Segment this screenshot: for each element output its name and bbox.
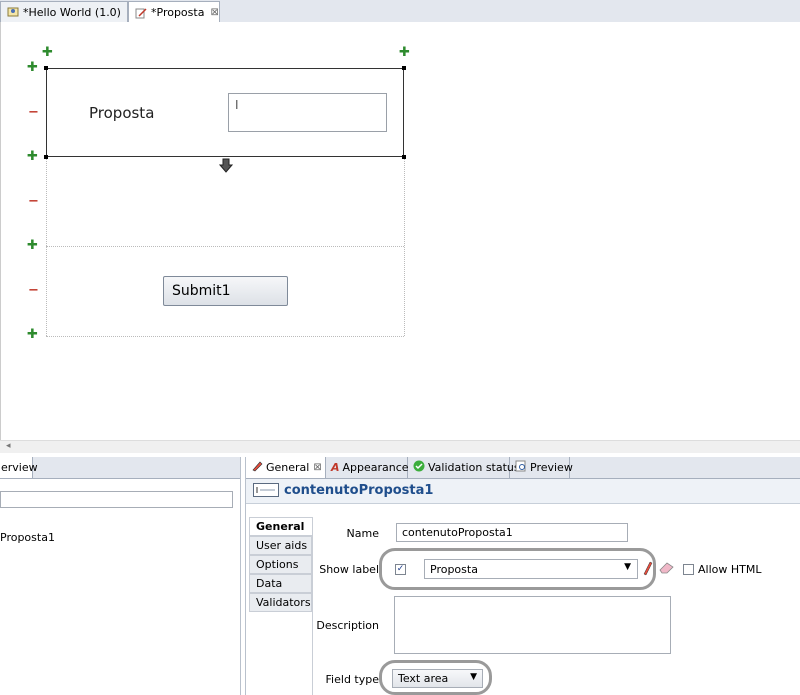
tab-label: Appearance: [342, 461, 409, 474]
close-icon[interactable]: ⊠: [313, 462, 321, 473]
field-type-label: Field type: [325, 673, 379, 686]
eraser-icon[interactable]: [659, 561, 675, 578]
name-input[interactable]: contenutoProposta1: [396, 523, 628, 542]
tab-label: Preview: [530, 461, 573, 474]
edit-icon[interactable]: [641, 560, 653, 579]
add-row-icon[interactable]: ✚: [27, 239, 38, 252]
process-icon: [7, 6, 19, 18]
tab-preview[interactable]: Preview: [510, 457, 573, 478]
properties-pane: General ⊠ A Appearance Validation status…: [245, 457, 800, 695]
select-value: Text area: [398, 672, 449, 685]
add-column-icon[interactable]: ✚: [399, 46, 410, 59]
allow-html-label: Allow HTML: [698, 563, 762, 576]
resize-handle[interactable]: [402, 155, 406, 159]
filter-input[interactable]: [0, 491, 233, 508]
tree-item[interactable]: Proposta1: [0, 531, 55, 544]
tab-appearance[interactable]: A Appearance: [326, 457, 409, 478]
tab-label: Validation status: [428, 461, 520, 474]
add-column-icon[interactable]: ✚: [42, 46, 53, 59]
tab-hello-world[interactable]: *Hello World (1.0): [0, 1, 128, 22]
preview-icon: [515, 460, 527, 475]
grid-line: [46, 336, 404, 337]
properties-header: contenutoProposta1: [246, 479, 800, 504]
grid-line: [46, 157, 47, 336]
tab-label: *Proposta: [151, 6, 205, 19]
field-type-select[interactable]: Text area ▼: [392, 669, 483, 688]
remove-row-icon[interactable]: −: [28, 284, 39, 297]
show-label-select[interactable]: Proposta ▼: [424, 559, 638, 579]
tab-label: General: [266, 461, 310, 474]
sidetab-validators[interactable]: Validators: [249, 593, 312, 612]
text-area-field[interactable]: I: [228, 93, 387, 132]
horizontal-scrollbar[interactable]: ◂: [0, 440, 800, 453]
form-icon: [135, 7, 147, 19]
sidetab-data[interactable]: Data: [249, 574, 312, 593]
scroll-left-icon[interactable]: ◂: [6, 441, 11, 451]
sidetab-options[interactable]: Options: [249, 555, 312, 574]
field-label: Proposta: [89, 104, 155, 122]
resize-handle[interactable]: [44, 155, 48, 159]
tab-general[interactable]: General ⊠: [246, 457, 326, 478]
show-label-label: Show label: [319, 563, 379, 576]
editor-tab-bar: *Hello World (1.0) *Proposta ⊠: [0, 0, 800, 23]
tab-label: *Hello World (1.0): [23, 5, 121, 19]
add-row-icon[interactable]: ✚: [27, 150, 38, 163]
name-label: Name: [346, 527, 379, 540]
outline-pane-header: erview: [0, 457, 240, 479]
allow-html-checkbox[interactable]: [683, 564, 694, 575]
outline-pane: erview Proposta1: [0, 457, 241, 695]
add-row-icon[interactable]: ✚: [27, 328, 38, 341]
add-row-icon[interactable]: ✚: [27, 61, 38, 74]
tab-validation-status[interactable]: Validation status: [408, 457, 520, 478]
remove-row-icon[interactable]: −: [28, 106, 39, 119]
description-label: Description: [316, 619, 379, 632]
properties-title: contenutoProposta1: [284, 483, 434, 498]
divider: [312, 517, 313, 695]
chevron-down-icon: ▼: [470, 672, 477, 682]
resize-handle[interactable]: [402, 66, 406, 70]
grid-line: [404, 157, 405, 336]
sidetab-user-aids[interactable]: User aids: [249, 536, 312, 555]
check-circle-icon: [413, 460, 425, 475]
submit-button[interactable]: Submit1: [163, 276, 288, 306]
resize-handle[interactable]: [44, 66, 48, 70]
description-textarea[interactable]: [394, 596, 671, 654]
remove-row-icon[interactable]: −: [28, 195, 39, 208]
grid-line: [46, 246, 404, 247]
tab-proposta[interactable]: *Proposta ⊠: [128, 1, 220, 23]
pencil-icon: [251, 460, 263, 475]
tab-overview[interactable]: erview: [0, 457, 38, 478]
text-field-icon: [253, 483, 279, 500]
sidetab-general[interactable]: General: [249, 517, 312, 536]
move-arrow-icon[interactable]: [218, 158, 234, 177]
select-value: Proposta: [430, 562, 478, 576]
chevron-down-icon: ▼: [624, 562, 631, 572]
appearance-icon: A: [331, 461, 340, 474]
close-icon[interactable]: ⊠: [210, 7, 218, 18]
show-label-checkbox[interactable]: ✓: [395, 564, 406, 575]
text-cursor-icon: I: [235, 98, 239, 112]
